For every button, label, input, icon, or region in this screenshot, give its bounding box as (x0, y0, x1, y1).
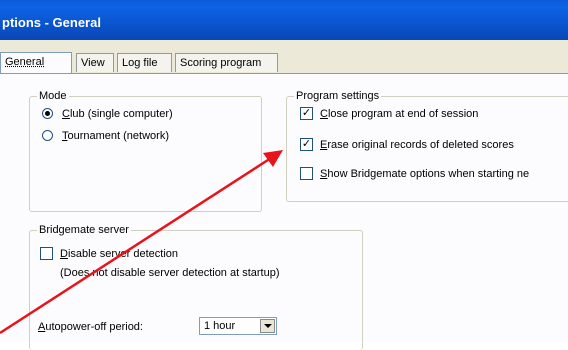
mode-group: Mode Club (single computer) Tournament (… (29, 90, 262, 212)
program-settings-legend: Program settings (294, 90, 382, 102)
tab-view-label: View (81, 57, 105, 69)
checkbox-show-bridgemate-options-label: Show Bridgemate options when starting ne (320, 168, 530, 180)
checkbox-disable-server-detection-label: Disable server detection (60, 248, 179, 260)
program-settings-group: Program settings ✓ Close program at end … (286, 90, 568, 202)
radio-tournament-indicator[interactable] (42, 130, 53, 141)
checkbox-erase-records-label: Erase original records of deleted scores (320, 139, 514, 151)
checkbox-show-bridgemate-options-box[interactable] (300, 167, 313, 180)
checkbox-disable-server-detection-box[interactable] (40, 247, 53, 260)
tab-panel-general: Mode Club (single computer) Tournament (… (0, 73, 568, 350)
chevron-down-icon[interactable] (260, 319, 275, 333)
autopower-select-value: 1 hour (204, 320, 236, 332)
checkbox-close-program-label: Close program at end of session (320, 108, 479, 120)
radio-club-label: Club (single computer) (62, 108, 173, 120)
checkbox-close-program-box[interactable]: ✓ (300, 107, 313, 120)
tab-general-label: General (5, 56, 45, 68)
window-title: ptions - General (2, 15, 101, 30)
tab-log-file-label: Log file (122, 57, 158, 69)
tab-log-file[interactable]: Log file (117, 53, 172, 72)
autopower-select[interactable]: 1 hour (199, 317, 277, 335)
tab-general[interactable]: General (0, 52, 72, 73)
mode-legend: Mode (37, 90, 69, 102)
tab-view[interactable]: View (76, 53, 114, 72)
bridgemate-server-legend: Bridgemate server (37, 224, 131, 236)
server-detection-note: (Does not disable server detection at st… (60, 267, 280, 279)
bridgemate-server-group: Bridgemate server Disable server detecti… (29, 224, 363, 350)
checkbox-erase-records-box[interactable]: ✓ (300, 138, 313, 151)
tab-scoring-program-label: Scoring program (180, 57, 262, 69)
title-bar[interactable]: ptions - General (0, 0, 568, 40)
dialog-client: General View Log file Scoring program Mo… (0, 40, 568, 350)
autopower-label: Autopower-off period: (38, 321, 143, 333)
radio-tournament-label: Tournament (network) (62, 130, 169, 142)
radio-club-indicator[interactable] (42, 108, 53, 119)
tab-scoring-program[interactable]: Scoring program (175, 53, 278, 72)
